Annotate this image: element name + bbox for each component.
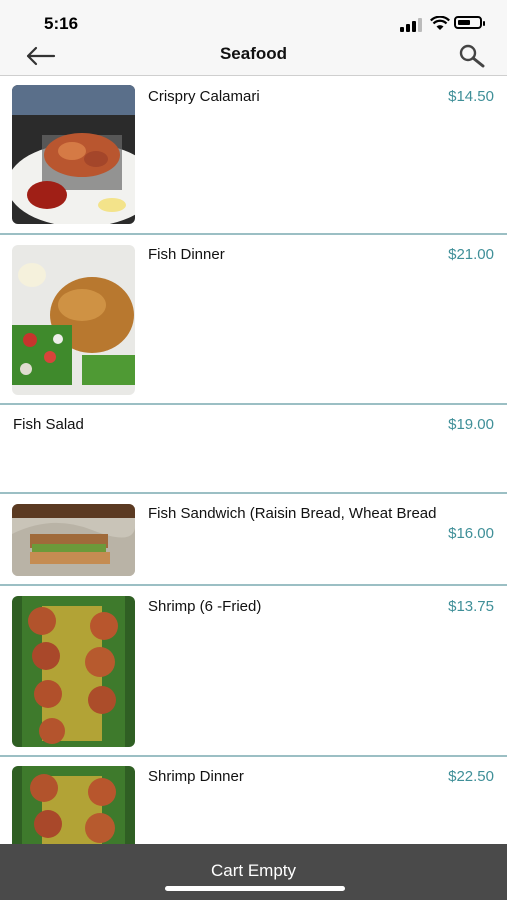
menu-item-price: $22.50 [448,768,494,785]
menu-item[interactable]: Fish Salad $19.00 [0,405,507,494]
menu-item-price: $21.00 [448,246,494,263]
home-indicator[interactable] [165,886,345,891]
menu-item-price: $16.00 [448,525,494,542]
search-icon[interactable] [458,43,486,69]
cellular-signal-icon [400,18,422,32]
menu-item[interactable]: Shrimp (6 -Fried) $13.75 [0,586,507,757]
wifi-icon [430,16,450,30]
menu-item[interactable]: Fish Sandwich (Raisin Bread, Wheat Bread… [0,494,507,586]
menu-item-name: Crispry Calamari [148,88,260,105]
page-title: Seafood [219,44,288,63]
cart-bar[interactable]: Cart Empty [0,844,507,900]
menu-item-list: Crispry Calamari $14.50 Fish Dinner $21.… [0,76,507,877]
menu-item[interactable]: Crispry Calamari $14.50 [0,76,507,235]
menu-item-name: Shrimp (6 -Fried) [148,598,262,615]
fish-dinner-photo [12,245,135,395]
calamari-photo [12,85,135,224]
menu-item[interactable]: Fish Dinner $21.00 [0,235,507,405]
status-time: 5:16 [44,14,79,33]
fish-sandwich-photo [12,504,135,576]
menu-item-name: Fish Salad [13,416,84,433]
shrimp-photo [12,596,135,747]
menu-item-price: $13.75 [448,598,494,615]
battery-icon [454,16,485,29]
menu-item-price: $19.00 [448,416,494,433]
status-bar: 5:16 [0,0,507,42]
menu-item-name: Fish Sandwich (Raisin Bread, Wheat Bread [148,505,437,522]
menu-item-name: Shrimp Dinner [148,768,244,785]
menu-item-price: $14.50 [448,88,494,105]
nav-bar: Seafood [0,42,507,76]
menu-item-name: Fish Dinner [148,246,225,263]
cart-status-label: Cart Empty [210,861,297,880]
